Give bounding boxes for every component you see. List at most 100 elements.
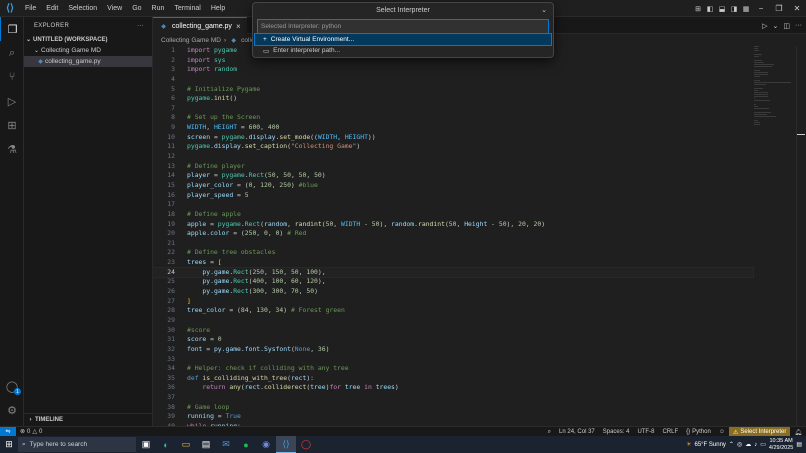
code-line[interactable]: 39 running = True xyxy=(153,412,753,422)
code-line[interactable]: 24 py.game.Rect(250, 150, 50, 100), xyxy=(152,266,754,279)
volume-icon[interactable]: ♪ xyxy=(754,442,757,448)
workspace-root[interactable]: ⌄ UNTITLED (WORKSPACE) xyxy=(24,34,152,45)
source-control-icon[interactable]: ⑂ xyxy=(0,65,24,89)
more-actions-icon[interactable]: ··· xyxy=(137,23,144,29)
outlook-icon[interactable]: ✉ xyxy=(216,436,236,453)
code-line[interactable]: 30 #score xyxy=(153,326,753,336)
code-line[interactable]: 13 # Define player xyxy=(153,162,753,172)
editor-scrollbar[interactable] xyxy=(796,46,806,426)
code-line[interactable]: 3 import random xyxy=(153,65,753,75)
code-line[interactable]: 34 # Helper: check if colliding with any … xyxy=(153,364,753,374)
minimize-button[interactable]: − xyxy=(752,0,770,17)
menu-file[interactable]: File xyxy=(20,0,41,17)
file-explorer-icon[interactable]: ▭ xyxy=(176,436,196,453)
toggle-secondary-sidebar-icon[interactable]: ◨ xyxy=(728,0,740,17)
code-editor[interactable]: 1 import pygame 2 import sys 3 import random 4… xyxy=(152,46,754,430)
code-line[interactable]: 15 player_color = (0, 120, 250) #blue xyxy=(153,181,753,191)
battery-icon[interactable]: ▭ xyxy=(760,441,766,448)
code-line[interactable]: 6 pygame.init() xyxy=(153,94,753,104)
onedrive-icon[interactable]: ☁ xyxy=(745,441,751,448)
discord-icon[interactable]: ◉ xyxy=(256,436,276,453)
more-actions-icon[interactable]: ··· xyxy=(795,22,802,29)
customize-layout-icon[interactable]: ▦ xyxy=(740,0,752,17)
vscode-taskbar-icon[interactable]: ⟨⟩ xyxy=(276,436,296,453)
edge-browser-icon[interactable]: ◐ xyxy=(156,436,176,453)
code-line[interactable]: 32 font = py.game.font.Sysfont(None, 36) xyxy=(153,345,753,355)
tray-chevron-icon[interactable]: ⌃ xyxy=(729,441,734,448)
line-ending[interactable]: CRLF xyxy=(658,429,682,435)
opera-icon[interactable]: ◯ xyxy=(296,436,316,453)
code-line[interactable]: 19 apple = pygame.Rect(random, randint(50… xyxy=(153,220,753,230)
folder-item[interactable]: ⌄ Collecting Game MD xyxy=(24,45,152,56)
create-venv-option[interactable]: + Create Virtual Environment... xyxy=(254,33,552,46)
microsoft-store-icon[interactable]: ▤ xyxy=(196,436,216,453)
explorer-icon[interactable]: ❐ xyxy=(0,17,24,41)
code-line[interactable]: 23 trees = [ xyxy=(153,258,753,268)
code-line[interactable]: 33 xyxy=(153,355,753,365)
network-icon[interactable]: ◎ xyxy=(737,441,742,448)
tab-collecting-game[interactable]: ◆ collecting_game.py × xyxy=(153,17,247,34)
taskbar-search[interactable]: ⌕ Type here to search xyxy=(18,437,136,452)
code-line[interactable]: 12 xyxy=(153,152,753,162)
breadcrumb-folder[interactable]: Collecting Game MD xyxy=(161,37,221,44)
enter-path-option[interactable]: ▭ Enter interpreter path... xyxy=(255,45,551,56)
code-line[interactable]: 36 return any(rect.colliderect(tree)for … xyxy=(153,383,753,393)
menu-help[interactable]: Help xyxy=(206,0,230,17)
chevron-down-icon[interactable]: ⌄ xyxy=(773,22,779,30)
extensions-icon[interactable]: ⊞ xyxy=(0,113,24,137)
menu-edit[interactable]: Edit xyxy=(41,0,63,17)
task-view-icon[interactable]: ▣ xyxy=(136,436,156,453)
toggle-panel-icon[interactable]: ⬓ xyxy=(716,0,728,17)
chevron-down-icon[interactable]: ⌄ xyxy=(541,6,547,14)
code-line[interactable]: 22 # Define tree obstacles xyxy=(153,248,753,258)
code-line[interactable]: 25 py.game.Rect(400, 100, 60, 120), xyxy=(153,277,753,287)
code-line[interactable]: 18 # Define apple xyxy=(153,210,753,220)
cursor-position[interactable]: Ln 24, Col 37 xyxy=(555,429,599,435)
toggle-sidebar-icon[interactable]: ◧ xyxy=(704,0,716,17)
menu-go[interactable]: Go xyxy=(127,0,146,17)
indentation[interactable]: Spaces: 4 xyxy=(599,429,634,435)
run-debug-icon[interactable]: ▷ xyxy=(0,89,24,113)
code-line[interactable]: 31 score = 0 xyxy=(153,335,753,345)
code-line[interactable]: 7 xyxy=(153,104,753,114)
notification-center-icon[interactable]: ▤ xyxy=(796,441,802,448)
code-line[interactable]: 11 pygame.display.set_caption("Collecting… xyxy=(153,142,753,152)
copilot-icon[interactable]: ⊞ xyxy=(692,0,704,17)
testing-icon[interactable]: ⚗ xyxy=(0,137,24,161)
remote-indicator-icon[interactable]: ⇋ xyxy=(0,426,16,437)
spotify-icon[interactable]: ● xyxy=(236,436,256,453)
code-line[interactable]: 8 # Set up the Screen xyxy=(153,113,753,123)
interpreter-search-input[interactable]: Selected Interpreter: python xyxy=(257,19,549,34)
code-line[interactable]: 35 def is_colliding_with_tree(rect): xyxy=(153,374,753,384)
code-line[interactable]: 10 screen = pygame.display.set_mode((WIDT… xyxy=(153,133,753,143)
code-line[interactable]: 17 xyxy=(153,200,753,210)
encoding[interactable]: UTF-8 xyxy=(633,429,658,435)
code-line[interactable]: 16 player_speed = 5 xyxy=(153,191,753,201)
windows-start-icon[interactable]: ⊞ xyxy=(0,436,18,453)
menu-run[interactable]: Run xyxy=(147,0,170,17)
code-line[interactable]: 4 xyxy=(153,75,753,85)
search-icon[interactable]: ⌕ xyxy=(0,41,24,65)
menu-selection[interactable]: Selection xyxy=(63,0,102,17)
timeline-section[interactable]: › TIMELINE xyxy=(24,413,153,426)
code-line[interactable]: 21 xyxy=(153,239,753,249)
problems-indicator[interactable]: ⊗ 0 △ 0 xyxy=(16,428,46,436)
code-line[interactable]: 26 py.game.Rect(300, 300, 70, 50) xyxy=(153,287,753,297)
menu-terminal[interactable]: Terminal xyxy=(169,0,205,17)
accounts-icon[interactable]: ◯ 1 xyxy=(0,374,24,398)
code-line[interactable]: 9 WIDTH, HEIGHT = 600, 400 xyxy=(153,123,753,133)
menu-view[interactable]: View xyxy=(102,0,127,17)
notifications-bell-icon[interactable]: 🔔︎ xyxy=(790,429,806,436)
zoom-icon[interactable]: ⌕ xyxy=(544,429,555,436)
code-line[interactable]: 27] xyxy=(153,297,753,307)
close-window-button[interactable]: ✕ xyxy=(788,0,806,17)
code-line[interactable]: 38 # Game loop xyxy=(153,403,753,413)
code-line[interactable]: 14 player = pygame.Rect(50, 50, 50, 50) xyxy=(153,171,753,181)
restore-button[interactable]: ❐ xyxy=(770,0,788,17)
language-mode[interactable]: {} Python xyxy=(682,429,715,435)
code-line[interactable]: 20 apple.color = (250, 0, 0) # Red xyxy=(153,229,753,239)
code-line[interactable]: 5 # Initialize Pygame xyxy=(153,85,753,95)
run-python-icon[interactable]: ▷ xyxy=(762,22,767,30)
settings-gear-icon[interactable]: ⚙ xyxy=(0,398,24,422)
minimap[interactable] xyxy=(754,46,794,126)
